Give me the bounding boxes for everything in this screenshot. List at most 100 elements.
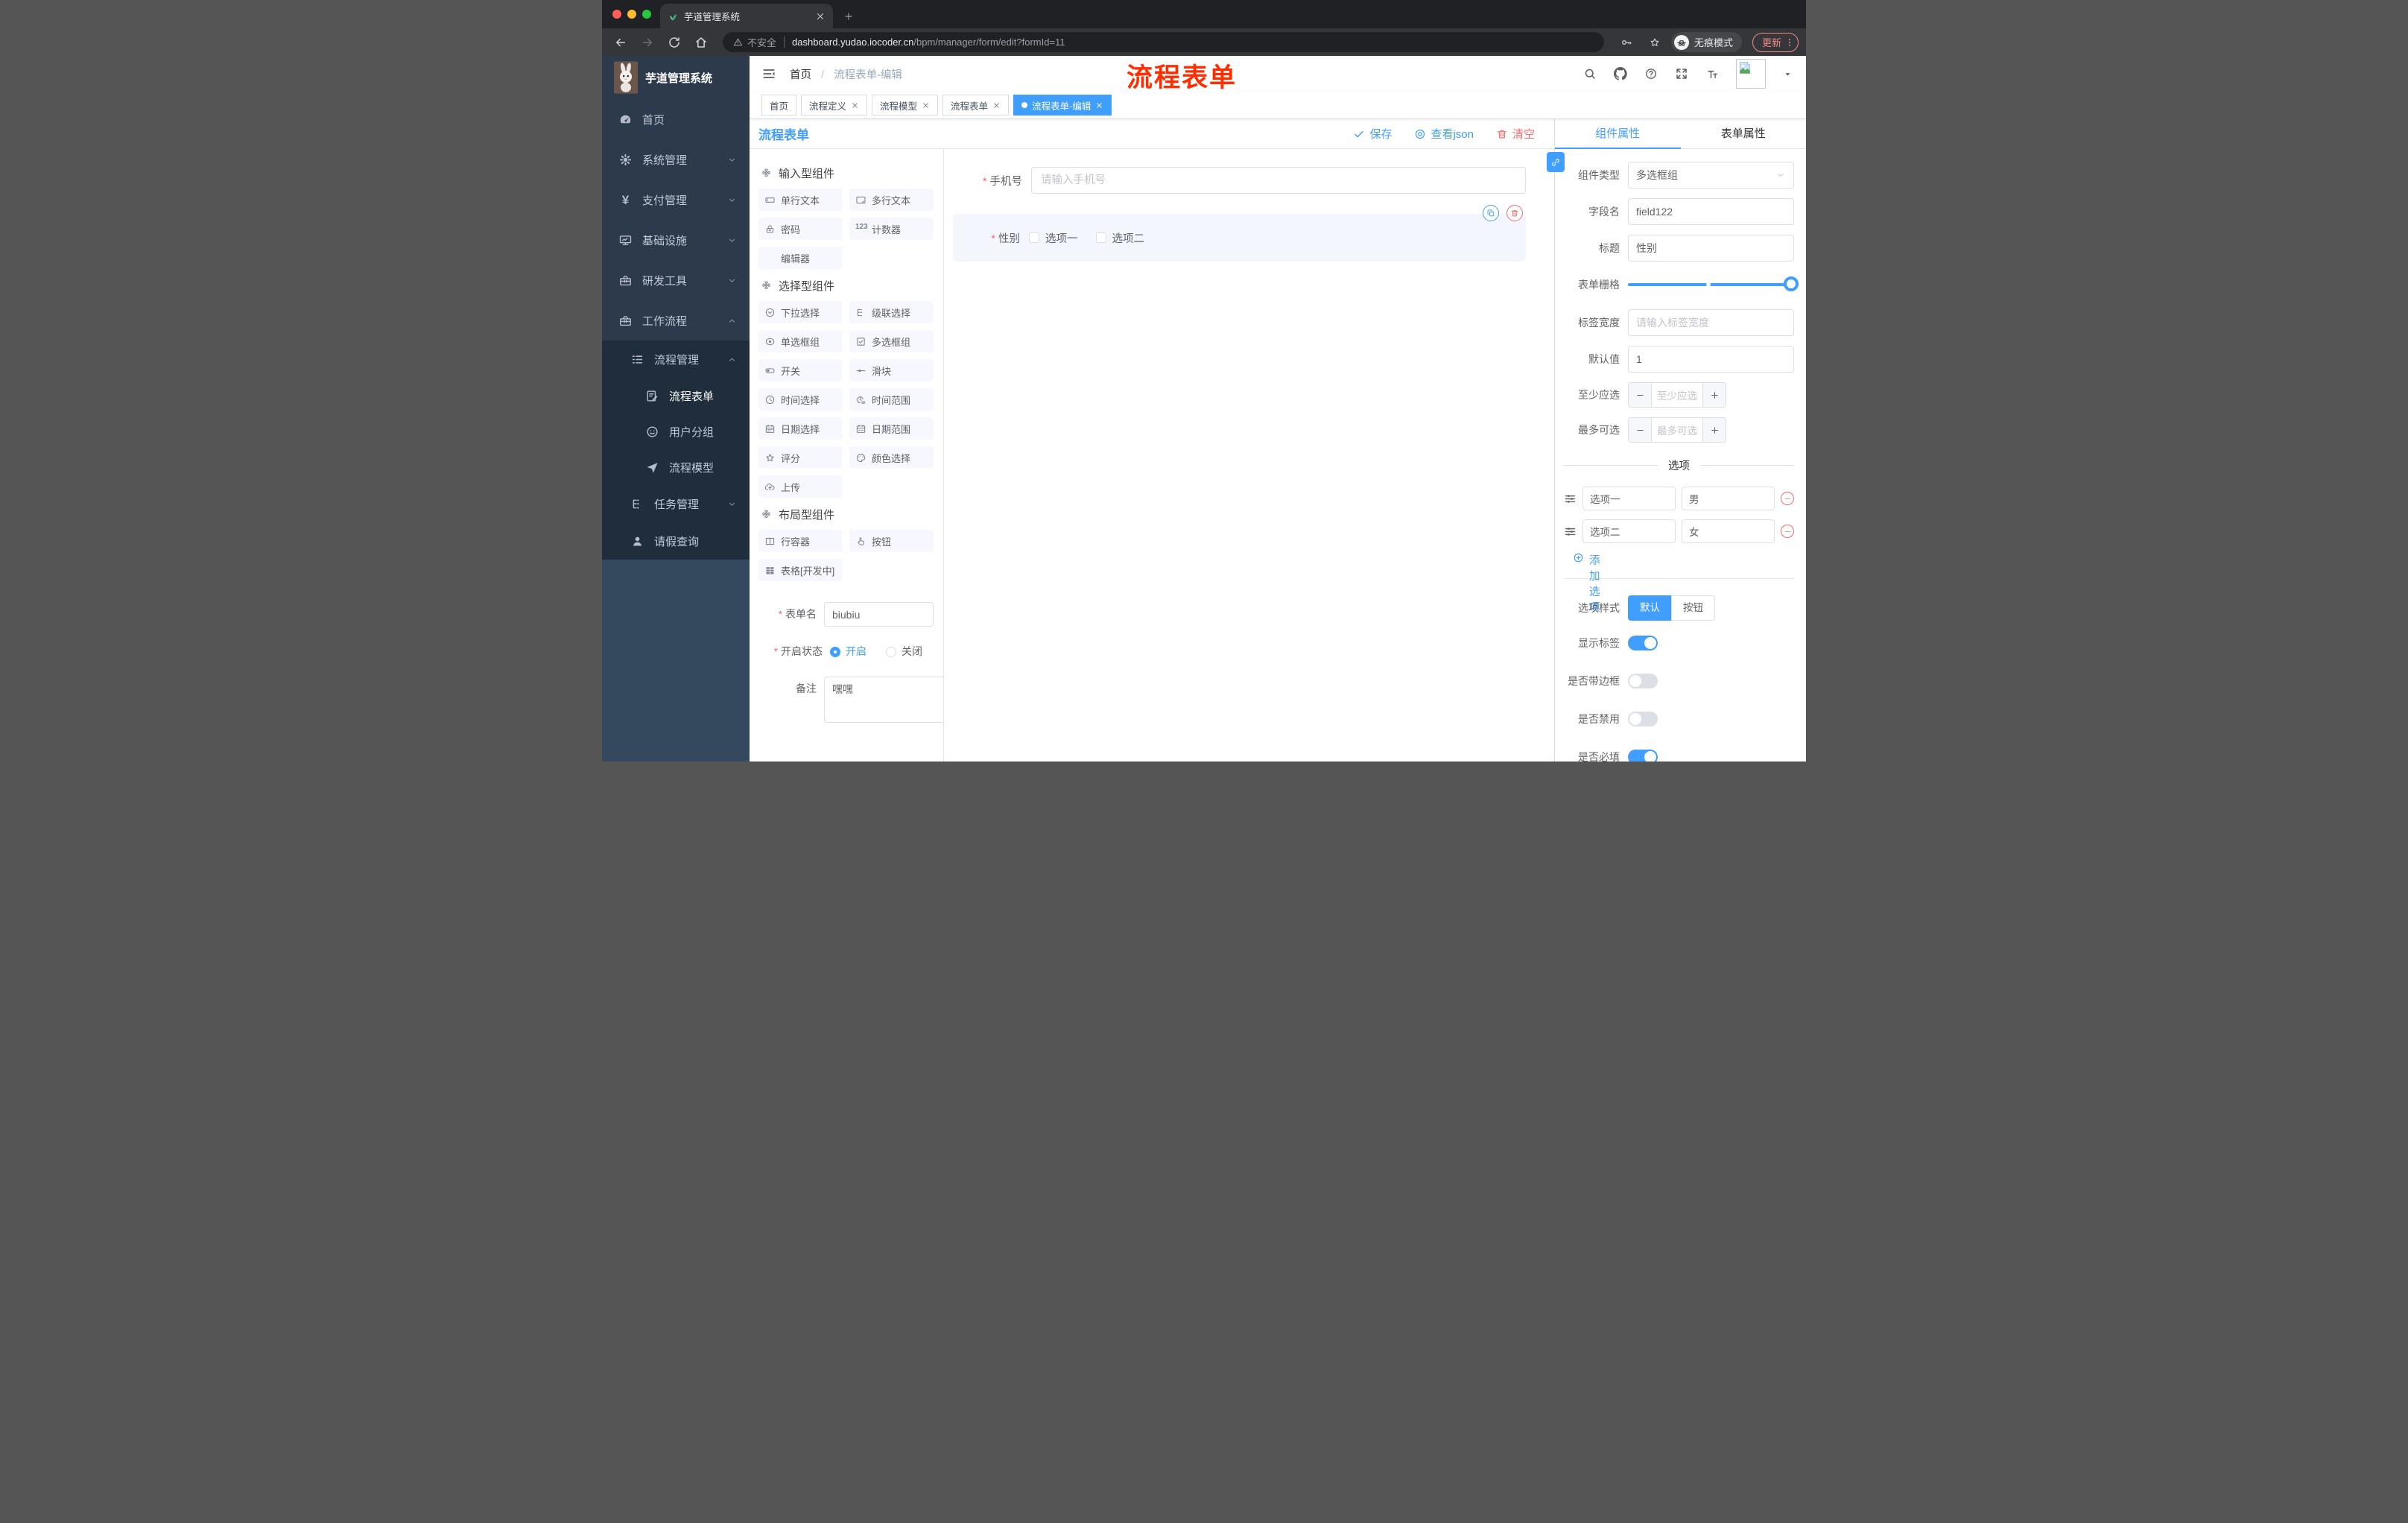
default-value-input[interactable] [1628,346,1794,373]
slider-handle[interactable] [1784,276,1799,291]
tag-close-icon[interactable] [851,101,859,110]
sidebar-item-工作流程[interactable]: 工作流程 [602,300,750,341]
font-size-icon[interactable] [1705,67,1719,80]
form-canvas[interactable]: 手机号 性别 选项一 [944,149,1554,762]
address-bar[interactable]: 不安全 dashboard.yudao.iocoder.cn/bpm/manag… [723,32,1604,52]
palette-item-上传[interactable]: 上传 [758,475,843,498]
palette-item-编辑器[interactable]: 编辑器 [758,247,843,269]
option-label-input[interactable] [1582,487,1676,510]
tag-close-icon[interactable] [922,101,930,110]
stepper-increase-button[interactable] [1703,418,1726,442]
min-select-value[interactable]: 至少应选 [1651,383,1703,407]
add-option-button[interactable]: 添加选项 [1573,552,1794,614]
fullscreen-icon[interactable] [1675,67,1688,80]
sidebar-item-流程管理[interactable]: 流程管理 [602,341,750,378]
slider-track[interactable] [1628,283,1794,286]
checkbox-icon[interactable] [1029,232,1039,243]
zoom-window-button[interactable] [642,10,651,19]
tab-component-props[interactable]: 组件属性 [1555,119,1681,149]
style-button-button[interactable]: 按钮 [1671,595,1715,621]
browser-tab[interactable]: 芋道管理系统 [660,4,833,28]
forward-icon[interactable] [641,36,654,49]
component-type-select[interactable]: 多选框组 [1628,162,1794,189]
remove-option-button[interactable] [1781,525,1794,538]
delete-component-button[interactable] [1506,205,1523,221]
palette-item-日期范围[interactable]: 日期范围 [849,417,934,440]
palette-item-日期选择[interactable]: 日期选择 [758,417,843,440]
max-select-stepper[interactable]: 最多可选 [1628,417,1726,443]
drag-handle-icon[interactable] [1564,493,1577,505]
gender-option1[interactable]: 选项一 [1029,230,1078,246]
app-logo[interactable]: 芋道管理系统 [602,56,750,99]
kebab-menu-icon[interactable] [1784,37,1795,48]
view-json-button[interactable]: 查看json [1414,126,1474,142]
search-icon[interactable] [1583,67,1597,80]
sidebar-collapse-icon[interactable] [761,66,776,81]
option-value-input[interactable] [1682,487,1775,510]
palette-item-单行文本[interactable]: 单行文本 [758,189,843,211]
view-tag-首页[interactable]: 首页 [761,95,797,115]
option-label-input[interactable] [1582,519,1676,543]
toggle-switch-是否必填[interactable] [1628,750,1658,762]
form-name-input[interactable] [824,602,934,627]
checkbox-icon[interactable] [1095,232,1106,243]
palette-item-级联选择[interactable]: 级联选择 [849,301,934,323]
password-key-icon[interactable] [1620,37,1632,48]
form-remark-textarea[interactable] [824,677,943,723]
palette-item-单选框组[interactable]: 单选框组 [758,330,843,352]
sidebar-item-基础设施[interactable]: 基础设施 [602,220,750,260]
palette-item-滑块[interactable]: 滑块 [849,359,934,381]
toggle-switch-是否带边框[interactable] [1628,674,1658,688]
min-select-stepper[interactable]: 至少应选 [1628,382,1726,408]
gender-option2[interactable]: 选项二 [1095,230,1144,246]
palette-item-评分[interactable]: 评分 [758,446,843,469]
back-icon[interactable] [614,36,627,49]
link-drawer-handle[interactable] [1547,152,1565,172]
palette-item-行容器[interactable]: 行容器 [758,530,843,552]
tab-close-icon[interactable] [815,11,826,22]
github-icon[interactable] [1614,67,1627,80]
phone-input[interactable] [1031,167,1526,194]
option-value-input[interactable] [1682,519,1775,543]
palette-item-时间范围[interactable]: 时间范围 [849,388,934,411]
home-icon[interactable] [694,36,708,49]
drag-handle-icon[interactable] [1564,525,1577,538]
title-input[interactable] [1628,235,1794,262]
canvas-field-phone[interactable]: 手机号 [953,167,1526,194]
stepper-increase-button[interactable] [1703,383,1726,407]
breadcrumb-home[interactable]: 首页 [790,69,811,81]
palette-item-时间选择[interactable]: 时间选择 [758,388,843,411]
user-avatar[interactable] [1736,59,1766,89]
palette-item-计数器[interactable]: 123 计数器 [849,218,934,240]
tag-close-icon[interactable] [1095,101,1103,110]
clear-button[interactable]: 清空 [1496,126,1535,142]
sidebar-item-请假查询[interactable]: 请假查询 [602,522,750,560]
close-window-button[interactable] [612,10,621,19]
duplicate-component-button[interactable] [1483,205,1499,221]
style-default-button[interactable]: 默认 [1628,595,1671,621]
help-icon[interactable] [1644,67,1658,80]
view-tag-流程表单[interactable]: 流程表单 [942,95,1010,115]
stepper-decrease-button[interactable] [1629,383,1651,407]
sidebar-item-流程模型[interactable]: 流程模型 [602,449,750,485]
palette-item-多选框组[interactable]: 多选框组 [849,330,934,352]
sidebar-item-首页[interactable]: 首页 [602,99,750,139]
avatar-dropdown-caret-icon[interactable] [1783,69,1793,79]
sidebar-item-任务管理[interactable]: 任务管理 [602,485,750,522]
tab-form-props[interactable]: 表单属性 [1681,119,1807,148]
window-controls[interactable] [612,10,651,19]
canvas-field-gender-selected[interactable]: 性别 选项一 选项二 [953,205,1526,262]
palette-item-下拉选择[interactable]: 下拉选择 [758,301,843,323]
palette-item-开关[interactable]: 开关 [758,359,843,381]
status-on-radio[interactable]: 开启 [830,639,866,664]
stepper-decrease-button[interactable] [1629,418,1651,442]
bookmark-star-icon[interactable] [1649,37,1661,48]
label-width-input[interactable] [1628,309,1794,336]
reload-icon[interactable] [668,36,681,49]
sidebar-item-支付管理[interactable]: ¥ 支付管理 [602,180,750,220]
sidebar-item-流程表单[interactable]: 流程表单 [602,378,750,414]
toggle-switch-显示标签[interactable] [1628,636,1658,650]
palette-item-按钮[interactable]: 按钮 [849,530,934,552]
max-select-value[interactable]: 最多可选 [1651,418,1703,442]
view-tag-流程表单-编辑[interactable]: 流程表单-编辑 [1013,95,1112,115]
